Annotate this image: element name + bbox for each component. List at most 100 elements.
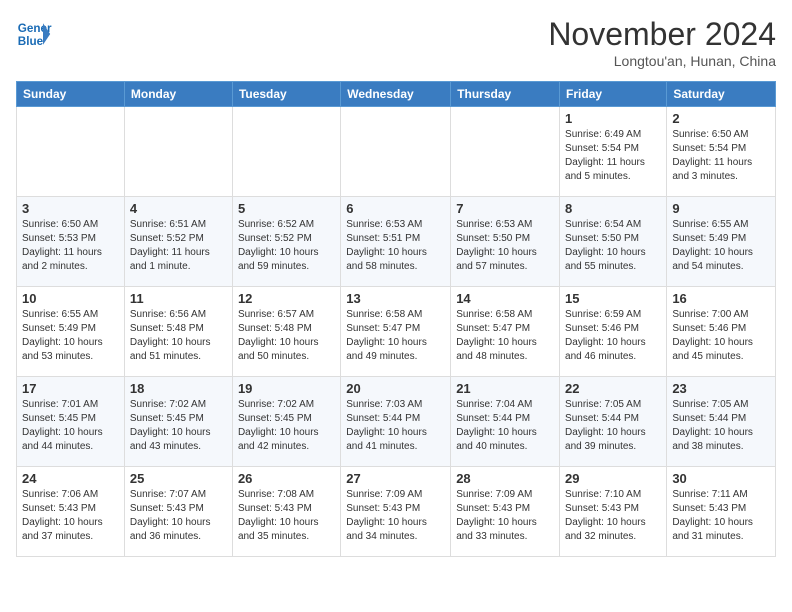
day-info: Sunrise: 7:07 AMSunset: 5:43 PMDaylight:… [130, 488, 227, 544]
calendar-cell: 17 Sunrise: 7:01 AMSunset: 5:45 PMDaylig… [17, 377, 125, 467]
calendar-cell: 1 Sunrise: 6:49 AMSunset: 5:54 PMDayligh… [560, 107, 667, 197]
day-number: 14 [456, 291, 554, 306]
day-number: 3 [22, 201, 119, 216]
day-number: 2 [672, 111, 770, 126]
weekday-header-row: SundayMondayTuesdayWednesdayThursdayFrid… [17, 82, 776, 107]
day-info: Sunrise: 6:53 AMSunset: 5:50 PMDaylight:… [456, 218, 554, 274]
weekday-header-friday: Friday [560, 82, 667, 107]
calendar-cell: 18 Sunrise: 7:02 AMSunset: 5:45 PMDaylig… [124, 377, 232, 467]
day-info: Sunrise: 7:11 AMSunset: 5:43 PMDaylight:… [672, 488, 770, 544]
calendar-cell: 19 Sunrise: 7:02 AMSunset: 5:45 PMDaylig… [232, 377, 340, 467]
calendar-cell [17, 107, 125, 197]
day-number: 24 [22, 471, 119, 486]
day-number: 29 [565, 471, 661, 486]
calendar-cell: 24 Sunrise: 7:06 AMSunset: 5:43 PMDaylig… [17, 467, 125, 557]
calendar-cell: 25 Sunrise: 7:07 AMSunset: 5:43 PMDaylig… [124, 467, 232, 557]
calendar-cell: 21 Sunrise: 7:04 AMSunset: 5:44 PMDaylig… [451, 377, 560, 467]
calendar-cell: 10 Sunrise: 6:55 AMSunset: 5:49 PMDaylig… [17, 287, 125, 377]
logo: General Blue [16, 16, 52, 52]
day-number: 19 [238, 381, 335, 396]
day-number: 17 [22, 381, 119, 396]
title-block: November 2024 Longtou'an, Hunan, China [548, 16, 776, 69]
weekday-header-monday: Monday [124, 82, 232, 107]
calendar-cell: 13 Sunrise: 6:58 AMSunset: 5:47 PMDaylig… [341, 287, 451, 377]
day-info: Sunrise: 7:04 AMSunset: 5:44 PMDaylight:… [456, 398, 554, 454]
calendar-cell [341, 107, 451, 197]
day-info: Sunrise: 7:00 AMSunset: 5:46 PMDaylight:… [672, 308, 770, 364]
day-info: Sunrise: 6:55 AMSunset: 5:49 PMDaylight:… [672, 218, 770, 274]
day-info: Sunrise: 7:08 AMSunset: 5:43 PMDaylight:… [238, 488, 335, 544]
day-number: 10 [22, 291, 119, 306]
weekday-header-sunday: Sunday [17, 82, 125, 107]
day-info: Sunrise: 6:51 AMSunset: 5:52 PMDaylight:… [130, 218, 227, 274]
day-number: 9 [672, 201, 770, 216]
calendar-cell: 5 Sunrise: 6:52 AMSunset: 5:52 PMDayligh… [232, 197, 340, 287]
day-info: Sunrise: 6:59 AMSunset: 5:46 PMDaylight:… [565, 308, 661, 364]
calendar-cell: 3 Sunrise: 6:50 AMSunset: 5:53 PMDayligh… [17, 197, 125, 287]
day-info: Sunrise: 7:09 AMSunset: 5:43 PMDaylight:… [346, 488, 445, 544]
calendar-cell [232, 107, 340, 197]
calendar-cell [451, 107, 560, 197]
day-info: Sunrise: 6:58 AMSunset: 5:47 PMDaylight:… [456, 308, 554, 364]
day-info: Sunrise: 7:05 AMSunset: 5:44 PMDaylight:… [565, 398, 661, 454]
week-row-5: 24 Sunrise: 7:06 AMSunset: 5:43 PMDaylig… [17, 467, 776, 557]
day-number: 13 [346, 291, 445, 306]
calendar-cell: 11 Sunrise: 6:56 AMSunset: 5:48 PMDaylig… [124, 287, 232, 377]
day-info: Sunrise: 6:57 AMSunset: 5:48 PMDaylight:… [238, 308, 335, 364]
day-info: Sunrise: 7:05 AMSunset: 5:44 PMDaylight:… [672, 398, 770, 454]
calendar-cell: 4 Sunrise: 6:51 AMSunset: 5:52 PMDayligh… [124, 197, 232, 287]
calendar-cell: 8 Sunrise: 6:54 AMSunset: 5:50 PMDayligh… [560, 197, 667, 287]
day-number: 5 [238, 201, 335, 216]
day-info: Sunrise: 7:06 AMSunset: 5:43 PMDaylight:… [22, 488, 119, 544]
day-number: 11 [130, 291, 227, 306]
logo-icon: General Blue [16, 16, 52, 52]
day-info: Sunrise: 6:58 AMSunset: 5:47 PMDaylight:… [346, 308, 445, 364]
day-info: Sunrise: 6:50 AMSunset: 5:53 PMDaylight:… [22, 218, 119, 274]
day-number: 7 [456, 201, 554, 216]
calendar-table: SundayMondayTuesdayWednesdayThursdayFrid… [16, 81, 776, 557]
day-number: 12 [238, 291, 335, 306]
day-info: Sunrise: 6:50 AMSunset: 5:54 PMDaylight:… [672, 128, 770, 184]
day-number: 18 [130, 381, 227, 396]
calendar-cell: 12 Sunrise: 6:57 AMSunset: 5:48 PMDaylig… [232, 287, 340, 377]
day-number: 16 [672, 291, 770, 306]
calendar-cell: 9 Sunrise: 6:55 AMSunset: 5:49 PMDayligh… [667, 197, 776, 287]
day-info: Sunrise: 6:52 AMSunset: 5:52 PMDaylight:… [238, 218, 335, 274]
week-row-2: 3 Sunrise: 6:50 AMSunset: 5:53 PMDayligh… [17, 197, 776, 287]
day-number: 21 [456, 381, 554, 396]
day-number: 20 [346, 381, 445, 396]
calendar-cell: 26 Sunrise: 7:08 AMSunset: 5:43 PMDaylig… [232, 467, 340, 557]
calendar-cell: 27 Sunrise: 7:09 AMSunset: 5:43 PMDaylig… [341, 467, 451, 557]
day-number: 26 [238, 471, 335, 486]
day-info: Sunrise: 7:01 AMSunset: 5:45 PMDaylight:… [22, 398, 119, 454]
calendar-cell: 22 Sunrise: 7:05 AMSunset: 5:44 PMDaylig… [560, 377, 667, 467]
month-title: November 2024 [548, 16, 776, 53]
calendar-cell: 6 Sunrise: 6:53 AMSunset: 5:51 PMDayligh… [341, 197, 451, 287]
day-number: 4 [130, 201, 227, 216]
day-info: Sunrise: 7:02 AMSunset: 5:45 PMDaylight:… [130, 398, 227, 454]
day-number: 27 [346, 471, 445, 486]
weekday-header-thursday: Thursday [451, 82, 560, 107]
calendar-cell: 23 Sunrise: 7:05 AMSunset: 5:44 PMDaylig… [667, 377, 776, 467]
week-row-3: 10 Sunrise: 6:55 AMSunset: 5:49 PMDaylig… [17, 287, 776, 377]
day-info: Sunrise: 7:09 AMSunset: 5:43 PMDaylight:… [456, 488, 554, 544]
day-info: Sunrise: 7:02 AMSunset: 5:45 PMDaylight:… [238, 398, 335, 454]
calendar-cell: 15 Sunrise: 6:59 AMSunset: 5:46 PMDaylig… [560, 287, 667, 377]
week-row-1: 1 Sunrise: 6:49 AMSunset: 5:54 PMDayligh… [17, 107, 776, 197]
day-info: Sunrise: 7:10 AMSunset: 5:43 PMDaylight:… [565, 488, 661, 544]
day-info: Sunrise: 6:49 AMSunset: 5:54 PMDaylight:… [565, 128, 661, 184]
day-info: Sunrise: 6:54 AMSunset: 5:50 PMDaylight:… [565, 218, 661, 274]
calendar-cell: 2 Sunrise: 6:50 AMSunset: 5:54 PMDayligh… [667, 107, 776, 197]
day-number: 15 [565, 291, 661, 306]
day-number: 8 [565, 201, 661, 216]
day-number: 28 [456, 471, 554, 486]
day-number: 6 [346, 201, 445, 216]
day-number: 23 [672, 381, 770, 396]
day-number: 22 [565, 381, 661, 396]
calendar-cell: 28 Sunrise: 7:09 AMSunset: 5:43 PMDaylig… [451, 467, 560, 557]
location: Longtou'an, Hunan, China [548, 53, 776, 69]
day-number: 1 [565, 111, 661, 126]
day-number: 30 [672, 471, 770, 486]
calendar-cell [124, 107, 232, 197]
calendar-cell: 29 Sunrise: 7:10 AMSunset: 5:43 PMDaylig… [560, 467, 667, 557]
